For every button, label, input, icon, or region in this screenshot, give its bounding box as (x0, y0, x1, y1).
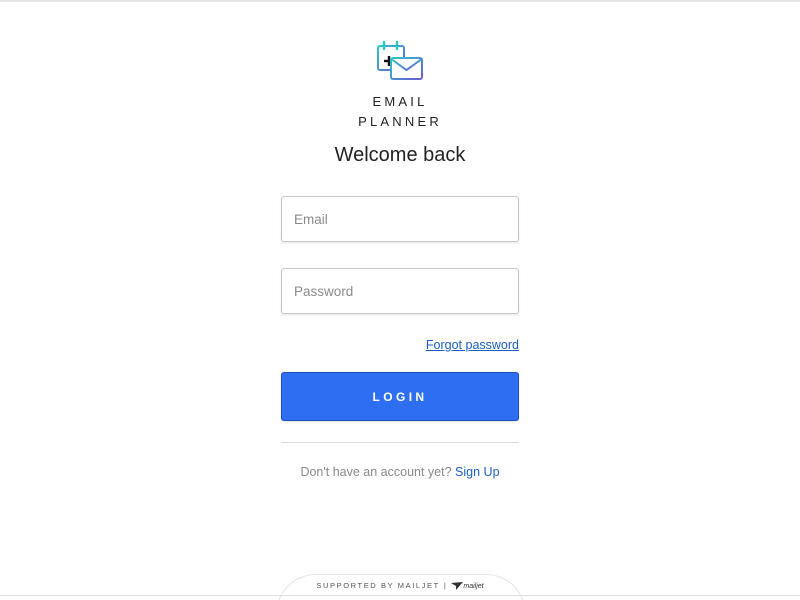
mailjet-logo-icon[interactable]: mailjet (451, 582, 484, 591)
brand-name: EMAIL PLANNER (300, 92, 500, 131)
signup-link[interactable]: Sign Up (455, 465, 499, 479)
bottom-border (0, 595, 800, 596)
brand-line-2: PLANNER (358, 113, 442, 129)
top-border (0, 0, 800, 2)
signup-prompt: Don't have an account yet? Sign Up (250, 465, 550, 479)
footer-separator: | (443, 581, 448, 590)
page-title: Welcome back (334, 144, 466, 166)
footer-credit: SUPPORTED BY MAILJET | mailjet (276, 581, 524, 591)
divider (281, 442, 519, 443)
email-field[interactable] (281, 196, 519, 242)
forgot-password-link[interactable]: Forgot password (426, 338, 519, 352)
login-button[interactable]: LOGIN (281, 372, 519, 421)
login-page: EMAIL PLANNER Welcome back Forgot passwo… (0, 0, 800, 600)
brand-line-1: EMAIL (372, 94, 428, 109)
mailjet-logo-text: mailjet (463, 582, 484, 590)
calendar-envelope-icon (376, 40, 424, 82)
signup-prompt-text: Don't have an account yet? (300, 465, 452, 479)
password-field[interactable] (281, 268, 519, 314)
supported-by-text: SUPPORTED BY MAILJET (316, 581, 440, 590)
